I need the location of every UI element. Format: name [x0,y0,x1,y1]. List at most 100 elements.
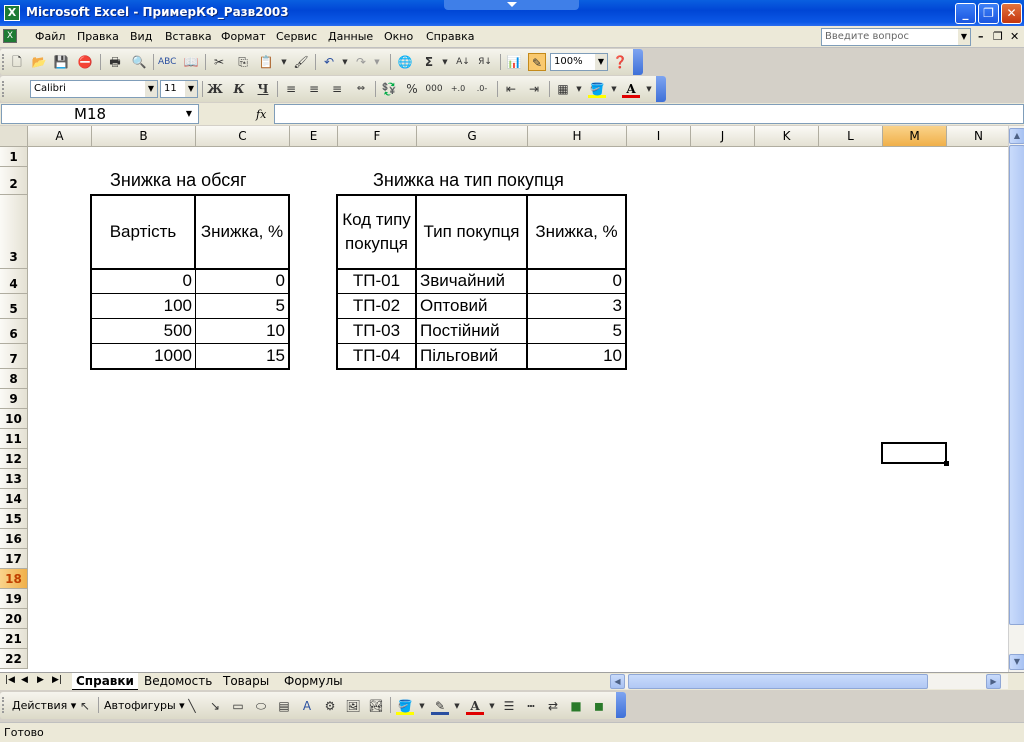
horizontal-scrollbar[interactable]: ◀ ▶ [610,674,1008,689]
table-cell[interactable]: ТП-03 [336,318,417,344]
rectangle-icon[interactable]: ▭ [229,697,247,715]
chevron-down-icon[interactable]: ▼ [275,53,293,71]
active-cell-m18[interactable] [881,442,949,466]
font-color-icon[interactable]: A [622,80,640,98]
chevron-down-icon[interactable]: ▼ [180,105,198,123]
align-center-icon[interactable]: ≡ [305,80,323,98]
row-header[interactable]: 14 [0,489,28,509]
row-header[interactable]: 1 [0,147,28,167]
row-header[interactable]: 20 [0,609,28,629]
hyperlink-icon[interactable]: 🌐 [396,53,414,71]
table-cell[interactable]: Пільговий [416,343,527,370]
autoshapes-menu[interactable]: Автофигуры ▾ [104,699,185,712]
row-header[interactable]: 2 [0,167,28,195]
column-header[interactable]: L [819,126,883,147]
scroll-down-icon[interactable]: ▼ [1009,654,1024,670]
table-cell[interactable]: 100 [90,293,196,319]
column-header[interactable]: E [290,126,338,147]
column-header[interactable]: K [755,126,819,147]
volume-header-discount[interactable]: Знижка, % [194,194,290,270]
open-folder-icon[interactable]: 📂 [30,53,48,71]
scroll-thumb[interactable] [628,674,928,689]
picture-icon[interactable]: 🏞 [367,697,385,715]
buyer-header-discount[interactable]: Знижка, % [526,194,627,270]
decrease-indent-icon[interactable]: ⇤ [502,80,520,98]
underline-button[interactable]: Ч [254,80,272,98]
chevron-down-icon[interactable]: ▼ [958,29,970,45]
menu-edit[interactable]: Правка [77,30,119,43]
print-icon[interactable]: 🖶 [106,53,124,71]
bold-button[interactable]: Ж [206,80,224,98]
print-preview-icon[interactable]: 🔍 [130,53,148,71]
row-header[interactable]: 4 [0,269,28,294]
zoom-select[interactable]: 100% ▼ [550,53,608,71]
actions-menu[interactable]: Действия ▾ [12,699,76,712]
table-cell[interactable]: ТП-04 [336,343,417,370]
insert-function-button[interactable]: fx [256,108,266,121]
row-header[interactable]: 21 [0,629,28,649]
permission-icon[interactable]: ⛔ [76,53,94,71]
line-style-icon[interactable]: ☰ [500,697,518,715]
research-icon[interactable]: 📖 [182,53,200,71]
sort-descending-icon[interactable]: Я↓ [476,53,494,71]
italic-button[interactable]: К [230,80,248,98]
column-header[interactable]: F [338,126,417,147]
3d-style-icon[interactable]: ◼ [590,697,608,715]
table-cell[interactable]: 10 [195,318,290,344]
row-header-selected[interactable]: 18 [0,569,28,589]
column-header-selected[interactable]: M [883,126,947,147]
select-objects-icon[interactable]: ↖ [76,697,94,715]
toolbar-options-button[interactable] [656,76,666,102]
tab-formuly[interactable]: Формулы [280,673,347,690]
decrease-decimal-icon[interactable]: .0- [473,80,491,98]
thousands-button[interactable]: 000 [425,80,443,98]
formula-input[interactable] [274,104,1024,124]
chevron-down-icon[interactable]: ▼ [483,697,501,715]
table-cell[interactable]: 1000 [90,343,196,370]
table-cell[interactable]: 0 [526,268,627,294]
row-header[interactable]: 6 [0,319,28,344]
arrow-style-icon[interactable]: ⇄ [544,697,562,715]
row-header[interactable]: 8 [0,369,28,389]
text-box-icon[interactable]: ▤ [275,697,293,715]
chevron-down-icon[interactable]: ▼ [595,54,607,70]
format-painter-icon[interactable]: 🖌 [292,53,310,71]
row-header[interactable]: 15 [0,509,28,529]
scroll-up-icon[interactable]: ▲ [1009,128,1024,144]
menu-view[interactable]: Вид [130,30,152,43]
shadow-style-icon[interactable]: ■ [567,697,585,715]
select-all-button[interactable] [0,126,28,147]
row-header[interactable]: 11 [0,429,28,449]
table-cell[interactable]: 5 [195,293,290,319]
volume-header-cost[interactable]: Вартість [90,194,196,270]
menu-insert[interactable]: Вставка [165,30,212,43]
chevron-down-icon[interactable]: ▼ [413,697,431,715]
buyer-header-code[interactable]: Код типу покупця [336,194,417,270]
line-icon[interactable]: ╲ [183,697,201,715]
font-name-select[interactable]: Calibri ▼ [30,80,158,98]
chevron-down-icon[interactable]: ▼ [570,80,588,98]
scroll-left-icon[interactable]: ◀ [610,674,625,689]
chevron-down-icon[interactable]: ▼ [436,53,454,71]
fill-color-icon[interactable]: 🪣 [396,697,414,715]
row-header[interactable]: 22 [0,649,28,669]
tab-tovary[interactable]: Товары [219,673,273,690]
new-file-icon[interactable]: 🗋 [8,53,26,71]
row-header[interactable]: 17 [0,549,28,569]
fill-color-icon[interactable]: 🪣 [588,80,606,98]
row-header[interactable]: 9 [0,389,28,409]
close-button[interactable]: ✕ [1001,3,1022,24]
buyer-header-type[interactable]: Тип покупця [415,194,528,270]
menu-data[interactable]: Данные [328,30,373,43]
row-header[interactable]: 10 [0,409,28,429]
prev-sheet-icon[interactable]: ◀ [21,675,28,685]
merge-center-icon[interactable]: ⇔ [352,80,370,98]
doc-minimize-button[interactable]: – [978,30,984,43]
row-header[interactable]: 7 [0,344,28,369]
spelling-icon[interactable]: ABC [158,53,176,71]
table-cell[interactable]: 3 [526,293,627,319]
minimize-button[interactable]: _ [955,3,976,24]
table-cell[interactable]: 15 [195,343,290,370]
sort-ascending-icon[interactable]: A↓ [454,53,472,71]
font-size-select[interactable]: 11 ▼ [160,80,198,98]
